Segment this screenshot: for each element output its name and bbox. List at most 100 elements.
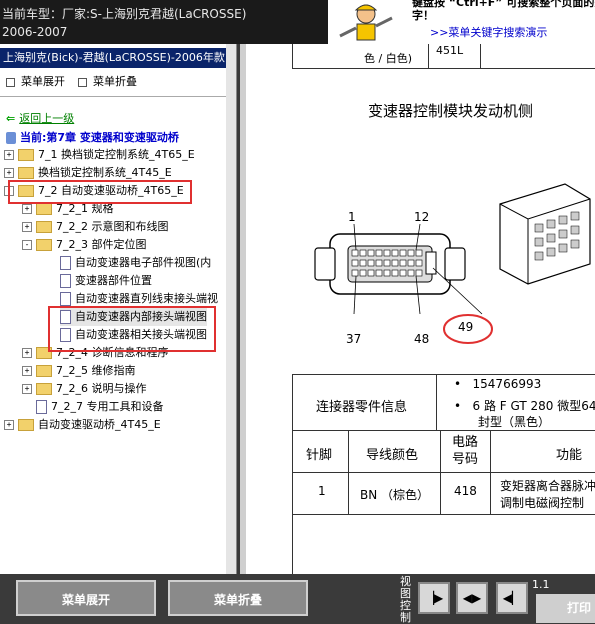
tree-item-label: 7_2_2 示意图和布线图	[56, 220, 169, 233]
expand-toggle-icon[interactable]: +	[22, 348, 32, 358]
expand-toggle-icon[interactable]: +	[22, 366, 32, 376]
vehicle-line1: 当前车型：厂家:S-上海别克君越(LaCROSSE)	[2, 7, 247, 21]
square-icon	[78, 77, 87, 87]
pin-label: 48	[414, 332, 430, 346]
highlight-box	[48, 306, 216, 352]
scrollbar[interactable]	[226, 44, 236, 574]
person-icon	[6, 132, 16, 144]
tree-item-label: 变速器部件位置	[75, 274, 152, 287]
column-header: 导线颜色	[366, 448, 419, 463]
connector-diagram	[314, 183, 591, 344]
tree-item-label: 7_2_6 说明与操作	[56, 382, 147, 395]
document-icon	[60, 256, 71, 270]
back-link[interactable]: ⇐ 返回上一级	[6, 110, 74, 126]
info-bullet-text: 6 路 F GT 280 微型64	[472, 399, 595, 413]
tree-item-label: 换档锁定控制系统_4T45_E	[38, 166, 172, 179]
back-label: 返回上一级	[19, 112, 75, 125]
table-line	[428, 44, 429, 68]
search-demo-link[interactable]: >>菜单关键字搜索演示	[430, 26, 547, 39]
table-line	[436, 374, 437, 430]
expand-toggle-icon[interactable]: +	[4, 420, 14, 430]
folder-icon	[36, 383, 52, 395]
mechanic-helper-icon	[332, 0, 404, 44]
tree-item[interactable]: 变速器部件位置	[60, 272, 152, 290]
collapse-menu-link[interactable]: 菜单折叠	[78, 74, 137, 90]
page-number: 1.1	[532, 578, 550, 591]
tree-item-label: 7_2_5 维修指南	[56, 364, 136, 377]
folder-open-icon	[36, 239, 52, 251]
collapse-menu-button[interactable]: 菜单折叠	[168, 580, 308, 616]
expand-toggle-icon[interactable]: +	[4, 150, 14, 160]
table-line	[292, 374, 293, 574]
hide-left-panel-button[interactable]: ◀▏	[496, 582, 528, 614]
table-line	[292, 514, 595, 515]
folder-icon	[18, 149, 34, 161]
table-line	[292, 472, 595, 473]
tree-item-label: 7_2_3 部件定位图	[56, 238, 147, 251]
search-hint: 键盘按 “Ctrl+F” 可搜索整个页面的关键 字！ >>菜单关键字搜索演示	[408, 0, 595, 44]
folder-icon	[36, 203, 52, 215]
split-arrows-icon: ◀▶	[462, 591, 482, 605]
tree-item[interactable]: 自动变速器电子部件视图(内	[60, 254, 211, 272]
table-line	[292, 44, 293, 68]
tree-item[interactable]: +7_2_2 示意图和布线图	[22, 218, 169, 236]
table-line	[292, 68, 595, 69]
tree-item[interactable]: + 自动变速驱动桥_4T45_E	[4, 416, 161, 434]
tree-item-label: 7_2_7 专用工具和设备	[51, 400, 164, 413]
hint-line2: 字！	[412, 9, 434, 22]
arrow-right-icon: ▕▶	[424, 591, 444, 605]
tree-item[interactable]: 7_2_7 专用工具和设备	[36, 398, 164, 416]
tree-item[interactable]: +7_1 换档锁定控制系统_4T65_E	[4, 146, 195, 164]
folder-icon	[36, 221, 52, 233]
connector-info-label: 连接器零件信息	[316, 400, 408, 415]
pin-label: 1	[348, 210, 356, 224]
column-header: 针脚	[306, 448, 333, 463]
tree-item[interactable]: +7_2_6 说明与操作	[22, 380, 147, 398]
tree-item-label: 自动变速器直列线束接头端视	[75, 292, 218, 305]
tree-item[interactable]: +7_2_5 维修指南	[22, 362, 136, 380]
square-icon	[6, 77, 15, 87]
expand-toggle-icon[interactable]: +	[22, 384, 32, 394]
table-cell: 418	[454, 484, 477, 498]
print-button[interactable]: 打印	[536, 594, 595, 623]
pin-label: 37	[346, 332, 362, 346]
info-bullet: • 6 路 F GT 280 微型64	[454, 399, 595, 413]
table-line	[480, 44, 481, 68]
expand-menu-label: 菜单展开	[21, 75, 65, 88]
hint-area: 键盘按 “Ctrl+F” 可搜索整个页面的关键 字！ >>菜单关键字搜索演示	[328, 0, 595, 44]
table-cell: BN （棕色）	[360, 488, 430, 502]
table-line	[292, 374, 595, 375]
panel-border	[240, 44, 246, 574]
table-cell: 变矩器离合器脉冲	[500, 479, 595, 493]
column-header: 电路号码	[451, 435, 478, 467]
expand-toggle-icon[interactable]: +	[22, 204, 32, 214]
highlight-box	[8, 180, 192, 204]
expand-toggle-icon[interactable]: +	[4, 168, 14, 178]
info-bullet: • 154766993	[454, 377, 542, 391]
navigation-panel: 上海别克(Bick)-君越(LaCROSSE)-2006年款 菜单展开 菜单折叠…	[0, 44, 237, 574]
expand-menu-link[interactable]: 菜单展开	[6, 74, 65, 90]
document-icon	[60, 292, 71, 306]
collapse-toggle-icon[interactable]: -	[22, 240, 32, 250]
current-chapter: 当前:第7章 变速器和变速驱动桥	[6, 129, 179, 145]
expand-toggle-icon[interactable]: +	[22, 222, 32, 232]
collapse-menu-label: 菜单折叠	[93, 75, 137, 88]
arrow-left-icon: ⇐	[6, 112, 16, 125]
folder-icon	[18, 419, 34, 431]
document-icon	[60, 274, 71, 288]
info-bullet-text: 154766993	[472, 377, 542, 391]
vehicle-header: 当前车型：厂家:S-上海别克君越(LaCROSSE) 2006-2007	[0, 0, 328, 44]
divider	[0, 96, 236, 97]
pin-label: 12	[414, 210, 430, 224]
document-icon	[36, 400, 47, 414]
split-view-button[interactable]: ◀▶	[456, 582, 488, 614]
table-cell: 调制电磁阀控制	[500, 496, 585, 510]
expand-menu-button[interactable]: 菜单展开	[16, 580, 156, 616]
tree-item-label: 7_1 换档锁定控制系统_4T65_E	[38, 148, 195, 161]
tree-item[interactable]: - 7_2_3 部件定位图	[22, 236, 147, 254]
diagram-title: 变速器控制模块发动机侧	[368, 102, 534, 120]
show-left-panel-button[interactable]: ▕▶	[418, 582, 450, 614]
document-view: 色 / 白色) 451L 变速器控制模块发动机侧 1 12 37 48 49 连…	[240, 44, 595, 574]
hint-line1: 键盘按 “Ctrl+F” 可搜索整个页面的关键	[412, 0, 595, 9]
tree-item-label: 自动变速驱动桥_4T45_E	[38, 418, 161, 431]
